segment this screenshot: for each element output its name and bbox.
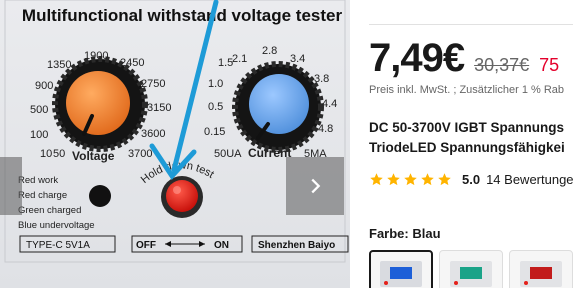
current-scale-label: 1.0 bbox=[208, 78, 223, 90]
voltage-scale-label: 50 bbox=[53, 148, 65, 160]
product-image-gallery[interactable]: Multifunctional withstand voltage tester… bbox=[0, 0, 350, 288]
voltage-scale-label: 3150 bbox=[147, 102, 171, 114]
star-icon bbox=[387, 173, 400, 186]
current-scale-label: 2.1 bbox=[232, 53, 247, 65]
discount-percent: 75 bbox=[539, 55, 560, 75]
star-icon bbox=[370, 173, 383, 186]
star-icon bbox=[421, 173, 434, 186]
status-led bbox=[89, 185, 111, 207]
current-scale-label: 1.5 bbox=[218, 57, 233, 69]
voltage-knob bbox=[52, 56, 148, 152]
current-knob bbox=[232, 61, 324, 153]
voltage-scale-label: 1350 bbox=[47, 59, 71, 71]
voltage-scale-label: 1900 bbox=[84, 50, 108, 62]
chevron-left-icon bbox=[0, 175, 4, 197]
chevron-right-icon bbox=[311, 178, 321, 194]
tester-thumb-image bbox=[450, 261, 492, 287]
legend-item: Green charged bbox=[18, 205, 81, 216]
divider bbox=[369, 24, 573, 25]
rating-row[interactable]: 5.0 14 Bewertungen bbox=[369, 172, 573, 187]
current-scale-label: 0.5 bbox=[208, 101, 223, 113]
color-option-thumb[interactable] bbox=[369, 250, 433, 288]
legend-item: Red work bbox=[18, 175, 58, 186]
color-option-thumb[interactable] bbox=[509, 250, 573, 288]
voltage-scale-label: 3600 bbox=[141, 128, 165, 140]
color-options bbox=[369, 250, 573, 288]
voltage-scale-label: 10 bbox=[40, 148, 52, 160]
test-button bbox=[161, 176, 203, 218]
current-price: 7,49€ bbox=[369, 36, 465, 80]
review-count-link[interactable]: 14 Bewertungen bbox=[486, 172, 573, 187]
legend-item: Red charge bbox=[18, 190, 67, 201]
legend-item: Blue undervoltage bbox=[18, 220, 95, 231]
tester-thumb-image bbox=[520, 261, 562, 287]
current-scale-label: 0.15 bbox=[204, 126, 225, 138]
voltage-scale-label: 900 bbox=[35, 80, 53, 92]
original-price: 30,37€ bbox=[474, 55, 530, 75]
star-icon bbox=[404, 173, 417, 186]
current-scale-label: 4.8 bbox=[318, 123, 333, 135]
current-scale-label: 3.8 bbox=[314, 73, 329, 85]
color-label: Farbe: Blau bbox=[369, 226, 441, 241]
gallery-next-button[interactable] bbox=[286, 157, 344, 215]
on-label: ON bbox=[214, 240, 229, 251]
tax-note: Preis inkl. MwSt. ; Zusätzlicher 1 % Rab bbox=[369, 84, 565, 96]
voltage-label: Voltage bbox=[72, 149, 115, 163]
color-option-thumb[interactable] bbox=[439, 250, 503, 288]
maker-label: Shenzhen Baiyo bbox=[258, 240, 335, 251]
current-scale-label: 3.4 bbox=[290, 53, 305, 65]
voltage-scale-label: 2450 bbox=[120, 57, 144, 69]
voltage-scale-label: 500 bbox=[30, 104, 48, 116]
voltage-scale-label: 100 bbox=[30, 129, 48, 141]
voltage-scale-label: 3700 bbox=[128, 148, 152, 160]
current-left-end: 50UA bbox=[214, 148, 242, 160]
tester-thumb-image bbox=[380, 261, 422, 287]
product-title[interactable]: DC 50-3700V IGBT Spannungs TriodeLED Spa… bbox=[369, 118, 565, 158]
product-title-line: TriodeLED Spannungsfähigkei bbox=[369, 140, 565, 155]
product-info: 7,49€ 30,37€ 75 Preis inkl. MwSt. ; Zusä… bbox=[369, 0, 573, 288]
voltage-scale-label: 2750 bbox=[141, 78, 165, 90]
current-label: Current bbox=[248, 146, 291, 160]
typec-label: TYPE-C 5V1A bbox=[26, 240, 90, 251]
rating-value: 5.0 bbox=[462, 172, 481, 187]
price-row: 7,49€ 30,37€ 75 bbox=[369, 36, 559, 81]
star-icon bbox=[438, 173, 451, 186]
current-scale-label: 2.8 bbox=[262, 45, 277, 57]
gallery-prev-button[interactable] bbox=[0, 157, 22, 215]
product-title-line: DC 50-3700V IGBT Spannungs bbox=[369, 120, 565, 135]
off-label: OFF bbox=[136, 240, 156, 251]
product-photo: Multifunctional withstand voltage tester… bbox=[0, 0, 350, 288]
device-title: Multifunctional withstand voltage tester bbox=[22, 6, 343, 25]
current-scale-label: 4.4 bbox=[322, 98, 337, 110]
